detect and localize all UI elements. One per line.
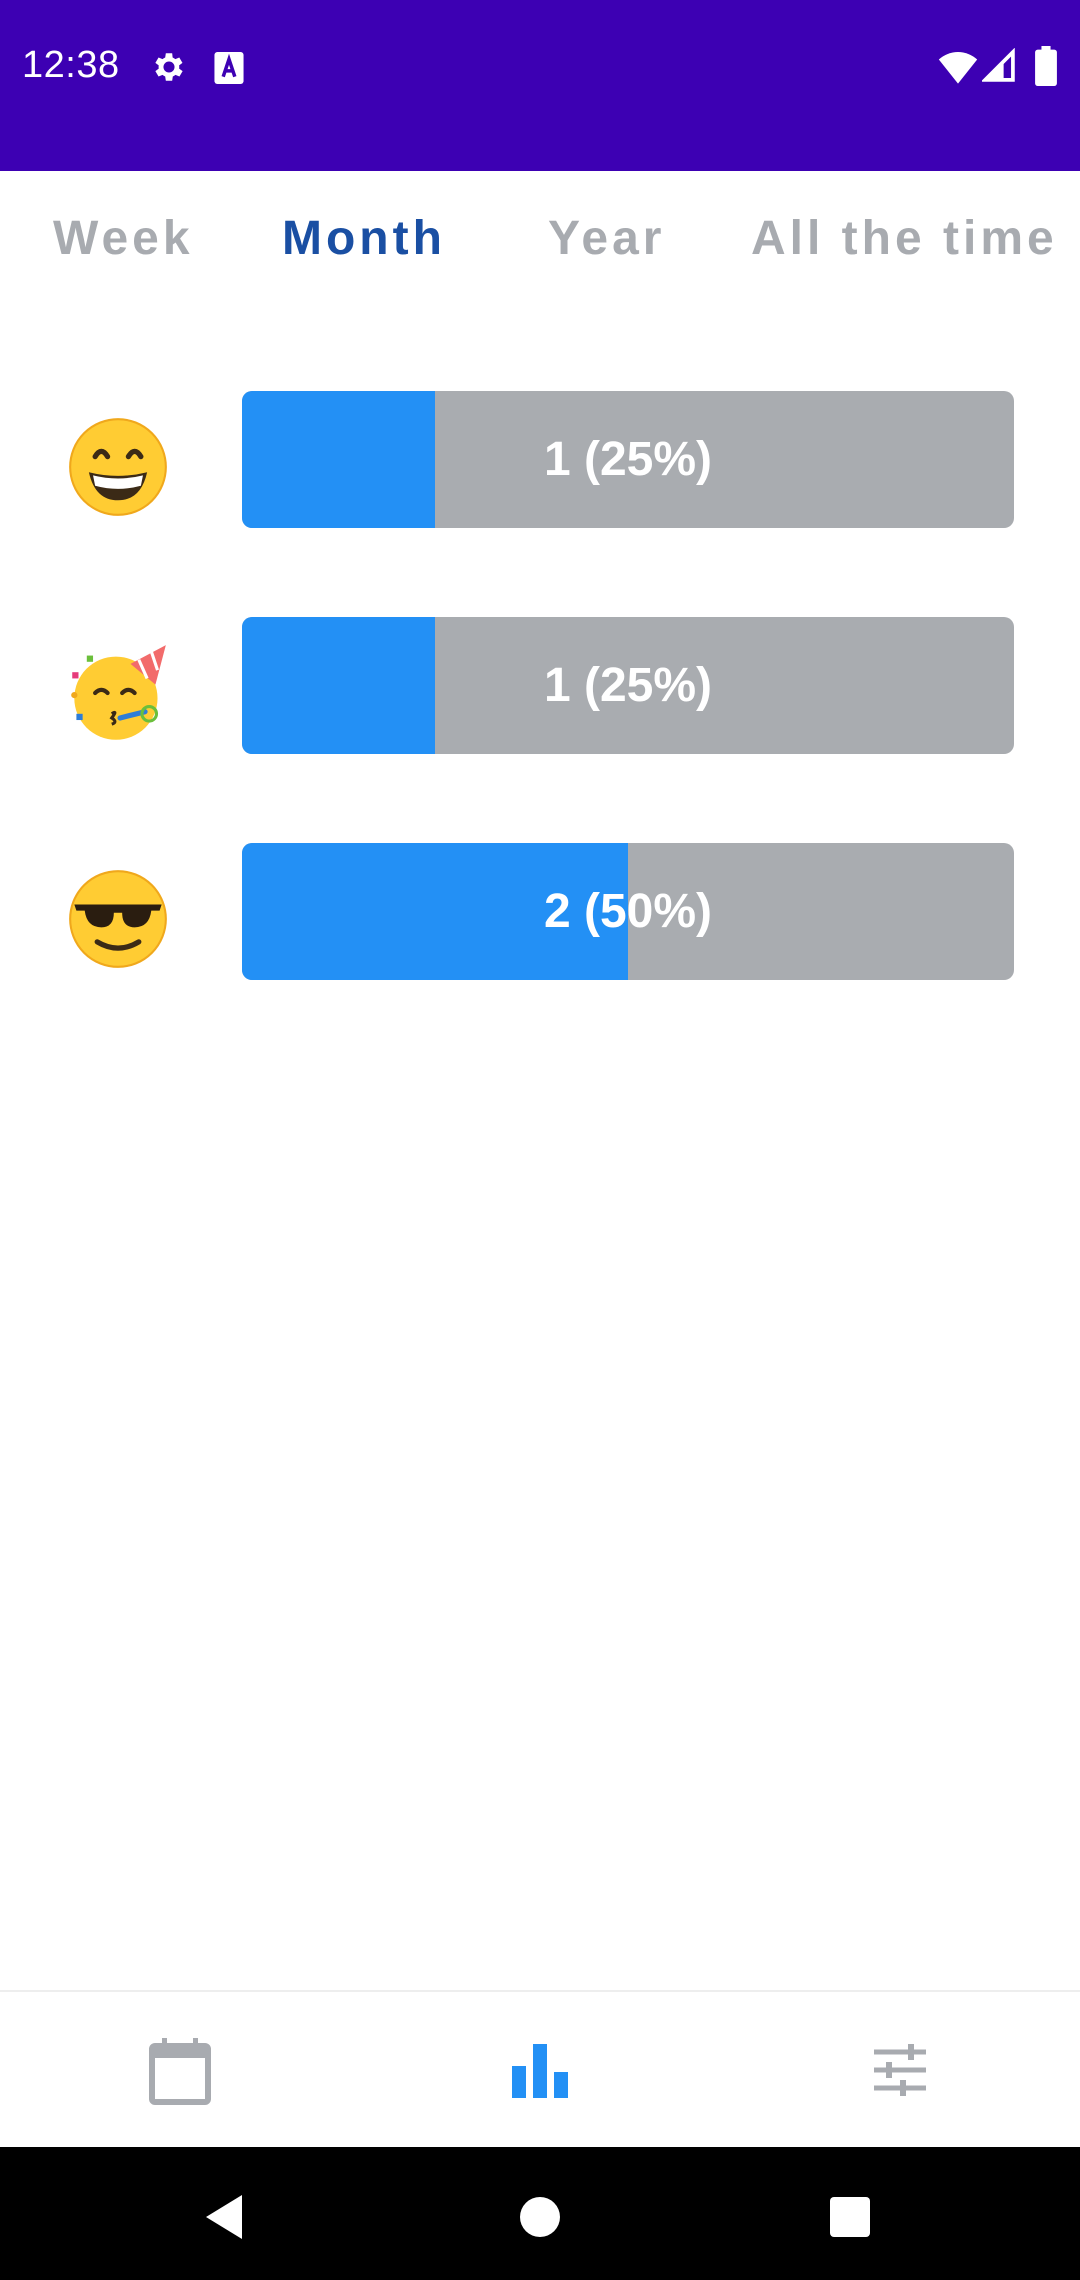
stat-row: 1 (25%) bbox=[0, 617, 1080, 754]
stat-bar-label: 2 (50%) bbox=[543, 885, 713, 938]
system-navigation-bar bbox=[0, 2147, 1080, 2280]
text-a-icon bbox=[214, 52, 244, 84]
tab-all-the-time[interactable]: All the time bbox=[751, 211, 1058, 266]
bottom-navigation bbox=[0, 1990, 1080, 2147]
stat-bar: 1 (25%) bbox=[242, 391, 1014, 528]
home-icon[interactable] bbox=[500, 2177, 580, 2257]
stat-bar: 2 (50%) bbox=[242, 843, 1014, 980]
period-tabs: Week Month Year All the time bbox=[0, 171, 1080, 301]
app-screen: 12:38 Week Month Year All the time 1 (25… bbox=[0, 0, 1080, 2280]
stat-bar: 1 (25%) bbox=[242, 617, 1014, 754]
stat-row: 2 (50%) bbox=[0, 843, 1080, 980]
stat-row: 1 (25%) bbox=[0, 391, 1080, 528]
bar-chart-icon[interactable] bbox=[490, 2020, 590, 2120]
stat-bar-label: 1 (25%) bbox=[543, 659, 713, 712]
tab-month[interactable]: Month bbox=[282, 211, 446, 266]
status-time: 12:38 bbox=[22, 44, 120, 86]
back-icon[interactable] bbox=[186, 2177, 266, 2257]
grinning-face-icon bbox=[69, 418, 167, 516]
gear-icon bbox=[155, 53, 183, 81]
recents-icon[interactable] bbox=[810, 2177, 890, 2257]
battery-icon bbox=[1035, 46, 1057, 86]
tab-week[interactable]: Week bbox=[53, 211, 194, 266]
sunglasses-face-icon bbox=[69, 870, 167, 968]
stat-bar-label: 1 (25%) bbox=[543, 433, 713, 486]
sliders-icon[interactable] bbox=[850, 2020, 950, 2120]
partying-face-icon bbox=[71, 645, 166, 740]
calendar-icon[interactable] bbox=[130, 2020, 230, 2120]
wifi-icon bbox=[938, 52, 978, 84]
signal-icon bbox=[982, 48, 1015, 82]
status-bar: 12:38 bbox=[0, 0, 1080, 171]
tab-year[interactable]: Year bbox=[548, 211, 665, 266]
